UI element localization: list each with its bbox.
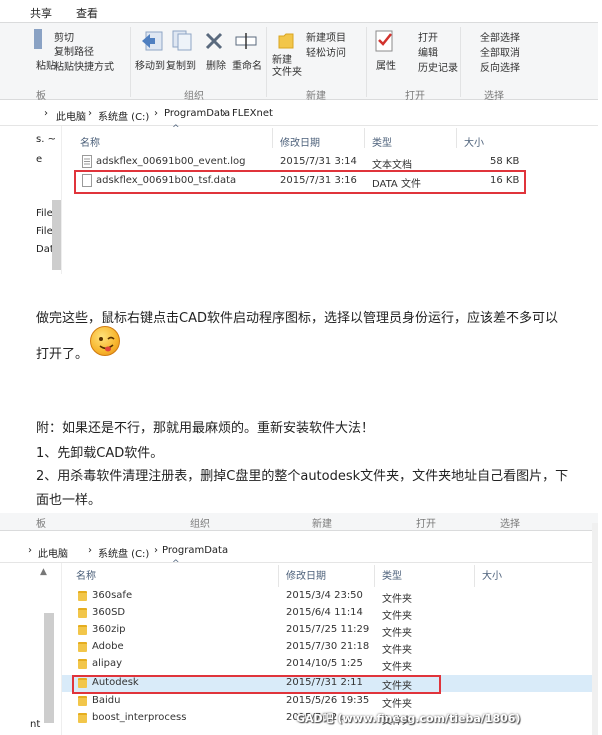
address-arrow-icon: › — [44, 108, 48, 119]
ribbon: 粘贴 剪切 复制路径 粘贴快捷方式 板 移动到 复制到 删除 重命名 组织 新建… — [0, 22, 598, 102]
column-date[interactable]: 修改日期 — [280, 134, 320, 156]
folder-icon — [78, 696, 87, 706]
new-item-button[interactable]: 新建项目 — [306, 29, 346, 44]
column-name[interactable]: 名称 — [80, 134, 100, 156]
text-file-icon — [82, 155, 92, 168]
folder-row[interactable]: 360safe 2015/3/4 23:50 文件夹 — [62, 588, 598, 605]
column-type[interactable]: 类型 — [382, 567, 402, 582]
move-to-icon[interactable] — [140, 29, 164, 51]
paragraph-line: 附：如果还是不行，那就用最麻烦的。重新安装软件大法！ — [36, 421, 375, 436]
open-button[interactable]: 打开 — [418, 29, 438, 44]
select-group-label: 选择 — [484, 91, 504, 102]
paragraph-line: 打开了。 — [36, 347, 89, 362]
highlight-box — [72, 675, 441, 694]
column-size[interactable]: 大小 — [464, 134, 484, 156]
watermark-text: GAD吧 (www.fineeg.com/tieba/1806) — [296, 712, 521, 725]
breadcrumb-programdata[interactable]: ProgramData — [164, 108, 230, 119]
folder-row[interactable]: alipay 2014/10/5 1:25 文件夹 — [62, 656, 598, 673]
cut-button[interactable]: 剪切 — [54, 29, 74, 44]
paste-shortcut-button[interactable]: 粘贴快捷方式 — [54, 58, 114, 73]
paste-icon[interactable] — [34, 29, 42, 49]
copy-to-icon[interactable] — [170, 29, 194, 51]
sort-arrow-icon: ^ — [172, 559, 180, 569]
column-size[interactable]: 大小 — [482, 567, 502, 582]
breadcrumb-c-drive[interactable]: 系统盘 (C:) — [98, 108, 149, 123]
invert-selection-button[interactable]: 反向选择 — [480, 59, 520, 74]
delete-button[interactable]: 删除 — [206, 57, 226, 72]
breadcrumb-this-pc[interactable]: 此电脑 — [56, 108, 86, 123]
scroll-up-icon[interactable]: ▲ — [40, 567, 47, 577]
address-bar[interactable]: › 此电脑 › 系统盘 (C:) › ProgramData › FLEXnet — [0, 102, 598, 126]
folder-icon — [78, 625, 87, 635]
easy-access-button[interactable]: 轻松访问 — [306, 44, 346, 59]
edit-button[interactable]: 编辑 — [418, 44, 438, 59]
properties-button[interactable]: 属性 — [376, 57, 396, 72]
copy-path-button[interactable]: 复制路径 — [54, 43, 94, 58]
folder-icon — [78, 608, 87, 618]
folder-icon — [78, 659, 87, 669]
breadcrumb-programdata[interactable]: ProgramData — [162, 545, 228, 556]
rename-icon[interactable] — [234, 31, 258, 51]
select-none-button[interactable]: 全部取消 — [480, 44, 520, 59]
column-date[interactable]: 修改日期 — [286, 567, 326, 582]
paste-label[interactable]: 粘贴 — [36, 57, 56, 72]
folder-row[interactable]: 360zip 2015/7/25 11:29 文件夹 — [62, 622, 598, 639]
paragraph-line: 1、先卸载CAD软件。 — [36, 446, 164, 461]
delete-icon[interactable] — [204, 31, 224, 51]
sort-arrow-icon: ^ — [172, 124, 180, 134]
select-all-button[interactable]: 全部选择 — [480, 29, 520, 44]
folder-row[interactable]: 360SD 2015/6/4 11:14 文件夹 — [62, 605, 598, 622]
new-folder-icon[interactable] — [276, 29, 296, 51]
smiley-emoji-icon — [90, 326, 120, 356]
clipboard-group-label: 板 — [36, 91, 46, 102]
tab-share[interactable]: 共享 — [30, 5, 52, 21]
nav-scrollbar[interactable] — [52, 200, 61, 270]
paragraph-line: 2、用杀毒软件清理注册表，删掉C盘里的整个autodesk文件夹，文件夹地址自己… — [36, 469, 569, 484]
address-bar[interactable]: › 此电脑 › 系统盘 (C:) › ProgramData — [0, 539, 598, 563]
highlight-box — [74, 170, 526, 194]
folder-row[interactable]: Adobe 2015/7/30 21:18 文件夹 — [62, 639, 598, 656]
folder-icon — [78, 642, 87, 652]
paragraph-line: 面也一样。 — [36, 493, 102, 508]
move-to-button[interactable]: 移动到 — [135, 57, 165, 72]
breadcrumb-this-pc[interactable]: 此电脑 — [38, 545, 68, 560]
right-scrollbar[interactable] — [592, 523, 598, 735]
tab-view[interactable]: 查看 — [76, 5, 98, 21]
organize-group-label: 组织 — [184, 91, 204, 102]
folder-icon — [78, 713, 87, 723]
copy-to-button[interactable]: 复制到 — [166, 57, 196, 72]
explorer-screenshot-flexnet: 共享 查看 粘贴 剪切 复制路径 粘贴快捷方式 板 移动到 复制到 删除 重命名… — [0, 0, 598, 274]
rename-button[interactable]: 重命名 — [232, 57, 262, 72]
folder-row[interactable]: Baidu 2015/5/26 19:35 文件夹 — [62, 693, 598, 710]
new-folder-button[interactable]: 新建 文件夹 — [272, 55, 302, 79]
paragraph-line: 做完这些，鼠标右键点击CAD软件启动程序图标，选择以管理员身份运行，应该差不多可… — [36, 311, 558, 326]
explorer-screenshot-programdata: 板 组织 新建 打开 选择 › 此电脑 › 系统盘 (C:) › Program… — [0, 513, 598, 735]
breadcrumb-flexnet[interactable]: FLEXnet — [232, 108, 273, 119]
nav-scrollbar[interactable] — [44, 613, 54, 723]
new-group-label: 新建 — [306, 91, 326, 102]
column-type[interactable]: 类型 — [372, 134, 392, 156]
history-button[interactable]: 历史记录 — [418, 59, 458, 74]
ribbon-tabs: 共享 查看 — [0, 0, 598, 22]
breadcrumb-c-drive[interactable]: 系统盘 (C:) — [98, 545, 149, 560]
ribbon-group-labels: 板 组织 新建 打开 选择 — [0, 513, 598, 531]
properties-icon[interactable] — [374, 29, 396, 53]
open-group-label: 打开 — [405, 91, 425, 102]
folder-icon — [78, 591, 87, 601]
column-name[interactable]: 名称 — [76, 567, 96, 582]
